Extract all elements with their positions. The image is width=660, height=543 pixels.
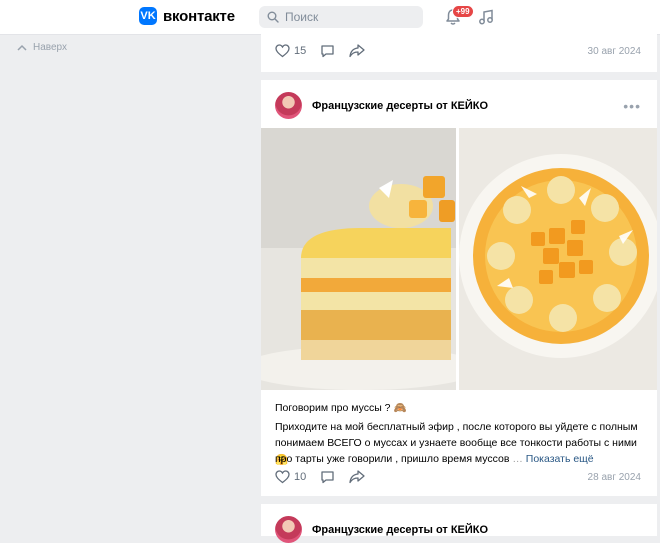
like-count: 15 xyxy=(294,45,307,57)
search-box[interactable] xyxy=(259,6,423,28)
more-options-icon[interactable]: ••• xyxy=(623,98,641,114)
comment-icon xyxy=(321,45,334,58)
like-count: 10 xyxy=(294,471,307,483)
scroll-up-link[interactable]: Наверх xyxy=(17,42,67,53)
post-text-line-1: Приходите на мой бесплатный эфир , после… xyxy=(275,421,638,433)
top-bar: VK вконтакте +99 xyxy=(0,0,660,35)
post-date[interactable]: 30 авг 2024 xyxy=(588,46,641,57)
heart-icon xyxy=(275,470,290,484)
avatar[interactable] xyxy=(275,516,302,543)
share-icon xyxy=(349,470,365,484)
search-input[interactable] xyxy=(283,9,407,25)
post-actions: 10 xyxy=(275,470,379,484)
post-text-line-3-text: про тарты уже говорили , пришло время му… xyxy=(275,453,510,465)
next-post-header: Французские десерты от КЕЙКО xyxy=(275,516,488,543)
cake-slice-photo[interactable] xyxy=(261,128,456,390)
avatar[interactable] xyxy=(275,92,302,119)
mango-tart-photo[interactable] xyxy=(459,128,657,390)
scroll-up-label: Наверх xyxy=(33,42,67,53)
share-button[interactable] xyxy=(349,44,365,58)
post-author[interactable]: Французские десерты от КЕЙКО xyxy=(312,100,488,112)
post-date[interactable]: 28 авг 2024 xyxy=(588,472,641,483)
vk-logo[interactable]: VK вконтакте xyxy=(139,7,235,25)
post-text-line-3: про тарты уже говорили , пришло время му… xyxy=(275,453,594,465)
comment-button[interactable] xyxy=(320,44,335,58)
heart-icon xyxy=(275,44,290,58)
share-button[interactable] xyxy=(349,470,365,484)
logo-text: вконтакте xyxy=(163,7,235,25)
news-feed: 15 30 авг 2024 Французские десерты от КЕ… xyxy=(261,34,657,543)
comment-icon xyxy=(321,471,334,484)
like-button[interactable]: 10 xyxy=(275,470,306,484)
search-icon xyxy=(267,11,279,23)
chevron-up-icon xyxy=(17,44,27,51)
notifications-badge: +99 xyxy=(452,5,474,18)
post-header: Французские десерты от КЕЙКО xyxy=(275,92,488,119)
share-icon xyxy=(349,44,365,58)
post-separator xyxy=(261,72,657,80)
show-more-link[interactable]: Показать ещё xyxy=(526,453,594,465)
post-title: Поговорим про муссы ? 🙈 xyxy=(275,402,407,414)
next-post-author[interactable]: Французские десерты от КЕЙКО xyxy=(312,524,488,536)
like-button[interactable]: 15 xyxy=(275,44,306,58)
previous-post-actions: 15 xyxy=(275,44,379,58)
music-icon[interactable] xyxy=(478,9,494,25)
post-photos xyxy=(261,128,657,390)
vk-logo-icon: VK xyxy=(139,7,157,25)
post-separator xyxy=(261,496,657,504)
comment-button[interactable] xyxy=(320,470,335,484)
